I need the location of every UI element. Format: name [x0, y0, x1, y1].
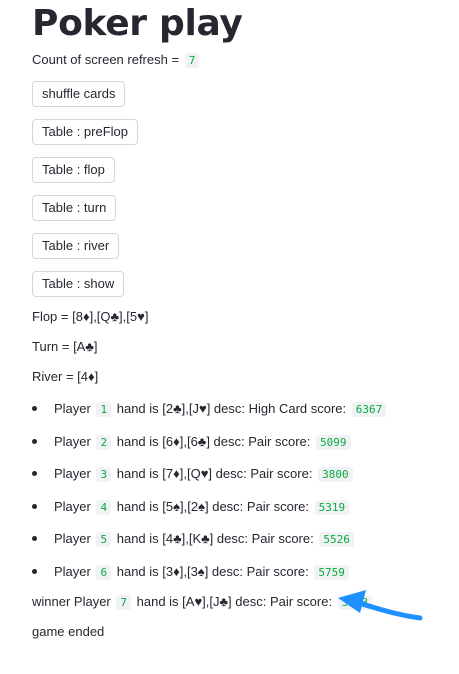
player-score: 5099: [316, 435, 351, 450]
refresh-count: 7: [184, 53, 200, 68]
refresh-label: Count of screen refresh =: [32, 52, 180, 67]
player-number: 1: [96, 402, 112, 417]
list-bullet: [32, 471, 37, 476]
player-number: 6: [96, 565, 112, 580]
game-status: game ended: [32, 624, 105, 639]
table-river-button[interactable]: Table : river: [32, 233, 120, 259]
list-bullet: [32, 406, 37, 411]
player-number: 3: [96, 467, 112, 482]
table-preflop-button[interactable]: Table : preFlop: [32, 119, 138, 145]
refresh-counter-line: Count of screen refresh = 7: [32, 51, 201, 70]
player-score: 5759: [314, 565, 349, 580]
list-bullet: [32, 504, 37, 509]
list-item: Player 5 hand is [4♣],[K♣] desc: Pair sc…: [54, 530, 356, 549]
flop-line: Flop = [8♦],[Q♣],[5♥]: [32, 309, 149, 324]
table-turn-button[interactable]: Table : turn: [32, 195, 117, 221]
table-flop-button[interactable]: Table : flop: [32, 157, 115, 183]
player-number: 4: [96, 500, 112, 515]
winner-number: 7: [116, 595, 132, 610]
list-item: Player 6 hand is [3♦],[3♠] desc: Pair sc…: [54, 563, 351, 582]
table-show-button[interactable]: Table : show: [32, 271, 125, 297]
winner-line: winner Player 7 hand is [A♥],[J♣] desc: …: [32, 593, 374, 612]
turn-line: Turn = [A♣]: [32, 339, 98, 354]
list-bullet: [32, 536, 37, 541]
list-item: Player 2 hand is [6♦],[6♣] desc: Pair sc…: [54, 433, 353, 452]
page-title: Poker play: [32, 3, 243, 44]
list-item: Player 1 hand is [2♣],[J♥] desc: High Ca…: [54, 400, 388, 419]
list-item: Player 3 hand is [7♦],[Q♥] desc: Pair sc…: [54, 465, 355, 484]
list-bullet: [32, 439, 37, 444]
player-score: 5319: [314, 500, 350, 515]
list-bullet: [32, 569, 37, 574]
river-line: River = [4♦]: [32, 369, 99, 384]
player-score: 3800: [318, 467, 353, 482]
shuffle-cards-button[interactable]: shuffle cards: [32, 81, 126, 107]
arrow-pointer-icon: [338, 590, 423, 621]
player-score: 6367: [351, 402, 387, 417]
player-number: 2: [96, 435, 112, 450]
player-score: 5526: [319, 532, 354, 547]
list-item: Player 4 hand is [5♠],[2♠] desc: Pair sc…: [54, 498, 351, 517]
player-number: 5: [96, 532, 112, 547]
